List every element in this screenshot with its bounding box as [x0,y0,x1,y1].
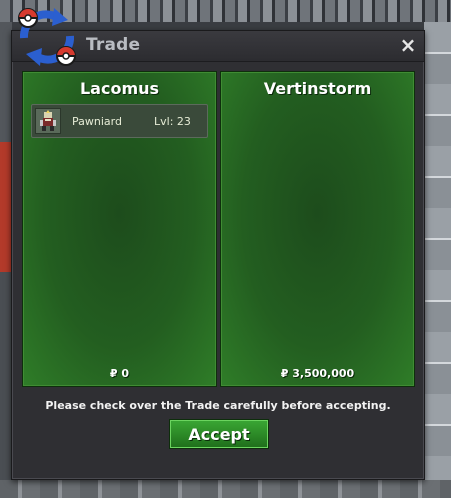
background-right-edge [424,22,451,498]
item-name: Pawniard [72,115,122,128]
background-floor-bottom [0,480,451,498]
panel-player-name: Vertinstorm [263,79,372,98]
trade-swap-icon [18,8,76,66]
pawniard-sprite-icon [35,108,61,134]
trade-panel-self: Lacomus Pawniard Lvl: 23 ₽ 0 [22,71,217,387]
panel-money: ₽ 3,500,000 [280,367,355,380]
window-title: Trade [86,35,141,55]
trade-window: Trade × Lacomus Pawniard Lvl: 23 ₽ 0 Ver… [11,30,425,480]
close-icon[interactable]: × [398,34,418,56]
item-level: Lvl: 23 [154,115,191,128]
panel-money: ₽ 0 [109,367,130,380]
accept-button[interactable]: Accept [169,419,269,449]
trade-panel-partner: Vertinstorm ₽ 3,500,000 [220,71,415,387]
trade-notice: Please check over the Trade carefully be… [45,399,391,412]
panel-player-name: Lacomus [79,79,160,98]
trade-item-row[interactable]: Pawniard Lvl: 23 [31,104,208,138]
